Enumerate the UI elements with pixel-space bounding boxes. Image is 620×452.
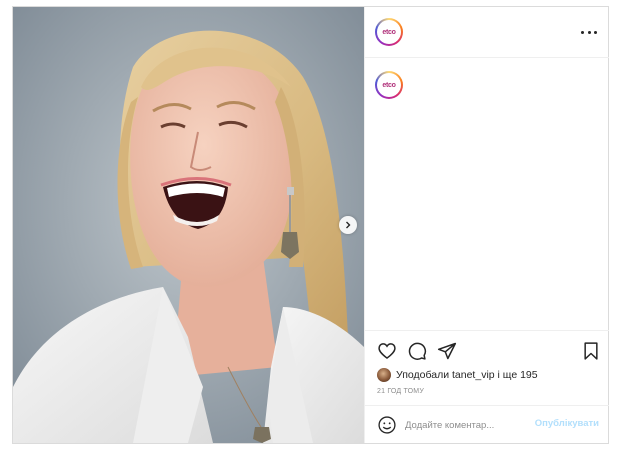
- bookmark-icon[interactable]: [581, 341, 601, 361]
- liker-avatar[interactable]: [377, 368, 391, 382]
- comment-icon[interactable]: [407, 341, 427, 361]
- caption-avatar-logo: etco: [377, 73, 401, 97]
- more-horizontal-icon[interactable]: [581, 25, 597, 39]
- account-avatar[interactable]: etco: [375, 18, 403, 46]
- likes-prefix: Уподобали: [396, 369, 450, 381]
- chevron-right-icon: [346, 221, 351, 229]
- comment-bar: Опублікувати: [365, 405, 609, 444]
- post-header: etco: [365, 7, 609, 58]
- smile-icon[interactable]: [377, 415, 397, 435]
- next-photo-button[interactable]: [339, 216, 357, 234]
- caption-avatar[interactable]: etco: [375, 71, 403, 99]
- post-timestamp[interactable]: 21 ГОД ТОМУ: [377, 388, 424, 395]
- post-comment-button[interactable]: Опублікувати: [535, 418, 599, 429]
- paper-plane-icon[interactable]: [437, 341, 457, 361]
- avatar-logo: etco: [377, 20, 401, 44]
- post-photo[interactable]: [13, 7, 364, 443]
- heart-icon[interactable]: [377, 341, 397, 361]
- comment-input[interactable]: [405, 414, 545, 436]
- likes-summary: Уподобали tanet_vip і ще 195: [377, 368, 538, 382]
- likes-count[interactable]: і ще 195: [498, 369, 538, 381]
- post-modal: etco etco Уподобали tanet_vip і ще 195 2…: [12, 6, 609, 444]
- laughing-woman-photo: [13, 7, 364, 443]
- likes-user-link[interactable]: tanet_vip: [452, 369, 495, 381]
- post-actions: Уподобали tanet_vip і ще 195: [365, 330, 609, 393]
- post-sidebar: etco etco Уподобали tanet_vip і ще 195 2…: [364, 7, 609, 443]
